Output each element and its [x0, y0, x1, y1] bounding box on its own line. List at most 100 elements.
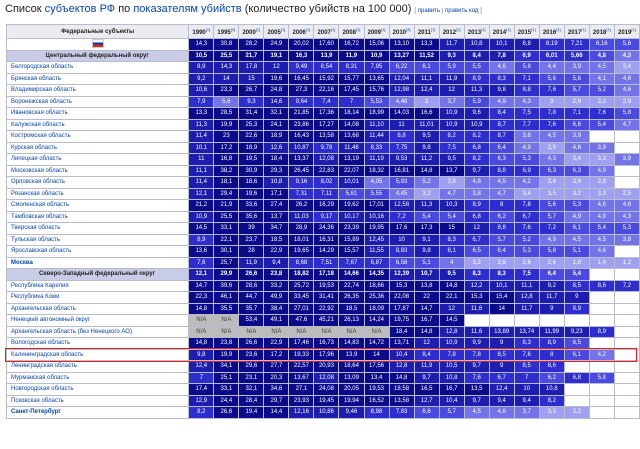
reference-link[interactable]: [3]	[406, 27, 410, 32]
rate-cell	[613, 348, 640, 361]
edit-link[interactable]: править	[418, 8, 440, 14]
reference-link[interactable]: [1]	[581, 27, 585, 32]
region-name[interactable]: Калининградская область	[5, 348, 190, 361]
rate-cell	[463, 314, 490, 327]
region-name[interactable]: Республика Коми	[5, 291, 190, 304]
year-header-2010[interactable]: 2010[3]	[388, 24, 415, 39]
rate-cell: 5,3	[563, 199, 590, 212]
region-name[interactable]: Санкт-Петербург	[5, 406, 190, 419]
rate-cell: 19,45	[313, 394, 340, 407]
reference-link[interactable]: [1]	[381, 27, 385, 32]
reference-link[interactable]: [1]	[556, 27, 560, 32]
reference-link[interactable]: [1]	[356, 27, 360, 32]
region-name[interactable]: Республика Карелия	[5, 279, 190, 292]
region-name[interactable]: Рязанская область	[5, 187, 190, 200]
reference-link[interactable]: [1]	[306, 27, 310, 32]
reference-link[interactable]: [1]	[206, 27, 210, 32]
year-header-2005[interactable]: 2005[1]	[263, 24, 290, 39]
rate-cell: N/A	[288, 325, 315, 338]
year-header-1995[interactable]: 1995[2]	[213, 24, 240, 39]
region-name[interactable]: Ленинградская область	[5, 360, 190, 373]
region-column-header[interactable]: Федеральные субъекты	[5, 24, 190, 39]
reference-link[interactable]: [1]	[331, 27, 335, 32]
year-header-2016[interactable]: 2016[1]	[538, 24, 565, 39]
year-header-1990[interactable]: 1990[1]	[188, 24, 215, 39]
rate-cell: 4,8	[588, 49, 615, 62]
region-name[interactable]: Московская область	[5, 164, 190, 177]
region-name[interactable]: Владимирская область	[5, 84, 190, 97]
year-header-2013[interactable]: 2013[1]	[463, 24, 490, 39]
reference-link[interactable]: [1]	[256, 27, 260, 32]
year-header-2017[interactable]: 2017[1]	[563, 24, 590, 39]
region-name[interactable]: Белгородская область	[5, 61, 190, 74]
reference-link[interactable]: [1]	[531, 27, 535, 32]
region-name[interactable]: Липецкая область	[5, 153, 190, 166]
rate-cell: 14,8	[413, 164, 440, 177]
region-name[interactable]: Ивановская область	[5, 107, 190, 120]
rate-cell: 20,05	[338, 383, 365, 396]
reference-link[interactable]: [2]	[231, 27, 235, 32]
region-name[interactable]: Новгородская область	[5, 383, 190, 396]
region-name[interactable]: Ярославская область	[5, 245, 190, 258]
region-name[interactable]: Курская область	[5, 141, 190, 154]
reference-link[interactable]: [1]	[456, 27, 460, 32]
year-header-2011[interactable]: 2011[1]	[413, 24, 440, 39]
rate-cell: 47,6	[288, 314, 315, 327]
rate-cell: 28,6	[238, 279, 265, 292]
region-name[interactable]: Ненецкий автономный округ	[5, 314, 190, 327]
region-name[interactable]: Брянская область	[5, 72, 190, 85]
region-name[interactable]: Смоленская область	[5, 199, 190, 212]
rate-cell: 5,6	[563, 72, 590, 85]
rate-cell: 7,8	[488, 49, 515, 62]
region-name[interactable]: Архангельская область (без Ненецкого АО)	[5, 325, 190, 338]
region-name[interactable]: Псковская область	[5, 394, 190, 407]
reference-link[interactable]: [1]	[431, 27, 435, 32]
rate-cell: 5,4	[588, 222, 615, 235]
rate-cell: 31,41	[313, 291, 340, 304]
rate-cell: 9,4	[488, 394, 515, 407]
region-name[interactable]: Орловская область	[5, 176, 190, 189]
reference-link[interactable]: [1]	[281, 27, 285, 32]
year-header-2015[interactable]: 2015[1]	[513, 24, 540, 39]
region-name[interactable]: Мурманская область	[5, 371, 190, 384]
region-name[interactable]: Калужская область	[5, 118, 190, 131]
edit-source-link[interactable]: править код	[445, 8, 478, 14]
reference-link[interactable]: [1]	[631, 27, 635, 32]
caption-link-subjects[interactable]: субъектов РФ	[45, 3, 116, 15]
reference-link[interactable]: [1]	[606, 27, 610, 32]
caption-link-murder-rates[interactable]: показателям убийств	[133, 3, 241, 15]
year-header-2012[interactable]: 2012[1]	[438, 24, 465, 39]
year-header-2009[interactable]: 2009[1]	[363, 24, 390, 39]
year-header-2006[interactable]: 2006[1]	[288, 24, 315, 39]
region-name[interactable]: Вологодская область	[5, 337, 190, 350]
region-name[interactable]: Архангельская область	[5, 302, 190, 315]
region-name[interactable]: Тульская область	[5, 233, 190, 246]
year-header-2007[interactable]: 2007[1]	[313, 24, 340, 39]
region-name[interactable]: Тверская область	[5, 222, 190, 235]
rate-cell: N/A	[213, 325, 240, 338]
year-header-2019[interactable]: 2019[1]	[613, 24, 640, 39]
rate-cell: 11,6	[463, 302, 490, 315]
year-header-2000[interactable]: 2000[1]	[238, 24, 265, 39]
table-row: Ленинградская область 12,4 34,1 29,6 27,7 22,…	[5, 360, 640, 373]
rate-cell: 23,1	[238, 371, 265, 384]
region-name[interactable]: Воронежская область	[5, 95, 190, 108]
region-name[interactable]: Тамбовская область	[5, 210, 190, 223]
reference-link[interactable]: [1]	[506, 27, 510, 32]
rate-cell: 4,6	[488, 406, 515, 419]
year-label: 2010	[392, 30, 406, 36]
year-header-2008[interactable]: 2008[1]	[338, 24, 365, 39]
rate-cell	[613, 141, 640, 154]
rate-cell	[588, 268, 615, 281]
region-name[interactable]: Костромская область	[5, 130, 190, 143]
rate-cell: 18,5	[338, 302, 365, 315]
rate-cell: 6,1	[413, 61, 440, 74]
rate-cell: 13,7	[438, 164, 465, 177]
rate-cell: 5,93	[388, 176, 415, 189]
reference-link[interactable]: [1]	[481, 27, 485, 32]
region-name[interactable]: Москва	[5, 256, 190, 269]
rate-cell: 1,4	[588, 256, 615, 269]
year-header-2018[interactable]: 2018[1]	[588, 24, 615, 39]
year-header-2014[interactable]: 2014[1]	[488, 24, 515, 39]
rate-cell: 9,16	[288, 176, 315, 189]
